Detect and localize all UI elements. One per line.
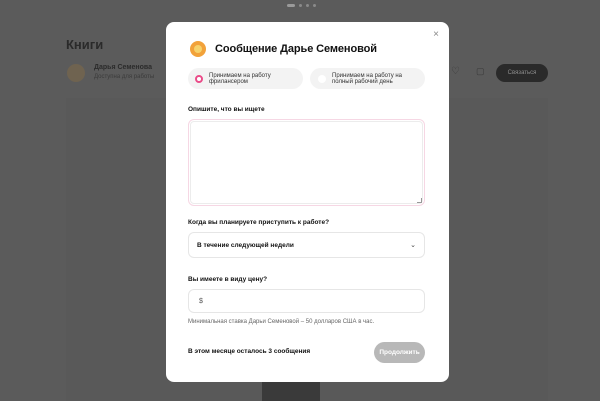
close-icon[interactable]: × — [433, 30, 439, 40]
messages-left-text: В этом месяце осталось 3 сообщения — [188, 348, 311, 355]
continue-button[interactable]: Продолжить — [374, 342, 425, 363]
heart-icon: ♡ — [451, 66, 460, 77]
bookmark-icon: ▢ — [476, 66, 485, 76]
chevron-down-icon: ⌄ — [410, 242, 416, 249]
background-avatar — [67, 64, 85, 82]
option-freelance[interactable]: Принимаем на работу фрилансером — [188, 68, 303, 89]
designer-avatar — [190, 41, 206, 57]
modal-header: Сообщение Дарье Семеновой — [190, 41, 377, 57]
carousel-dots — [287, 4, 316, 7]
start-time-select[interactable]: В течение следующей недели ⌄ — [188, 232, 425, 258]
background-contact-button: Связаться — [496, 64, 548, 82]
background-designer-name: Дарья Семенова — [94, 64, 153, 71]
background-status: Доступна для работы — [94, 74, 155, 80]
modal-title: Сообщение Дарье Семеновой — [215, 43, 377, 55]
currency-prefix: $ — [199, 297, 203, 305]
description-label: Опишите, что вы ищете — [188, 106, 265, 113]
resize-handle-icon[interactable] — [417, 198, 422, 203]
message-modal: × Сообщение Дарье Семеновой Принимаем на… — [166, 22, 449, 382]
price-label: Вы имеете в виду цену? — [188, 276, 268, 283]
price-hint: Минимальная ставка Дарьи Семеновой – 50 … — [188, 319, 375, 325]
description-textarea[interactable] — [188, 119, 425, 206]
background-page-title: Книги — [66, 37, 104, 52]
start-time-value: В течение следующей недели — [197, 241, 294, 249]
price-input[interactable]: $ — [188, 289, 425, 313]
radio-unselected-icon[interactable] — [318, 74, 326, 83]
description-input[interactable] — [190, 121, 423, 204]
radio-selected-icon[interactable] — [195, 74, 203, 83]
option-fulltime[interactable]: Принимаем на работу на полный рабочий де… — [310, 68, 425, 89]
hire-type-options: Принимаем на работу фрилансером Принимае… — [188, 68, 425, 89]
start-time-label: Когда вы планируете приступить к работе? — [188, 219, 330, 226]
option-fulltime-label: Принимаем на работу на полный рабочий де… — [332, 72, 403, 85]
option-freelance-label: Принимаем на работу фрилансером — [209, 72, 271, 85]
